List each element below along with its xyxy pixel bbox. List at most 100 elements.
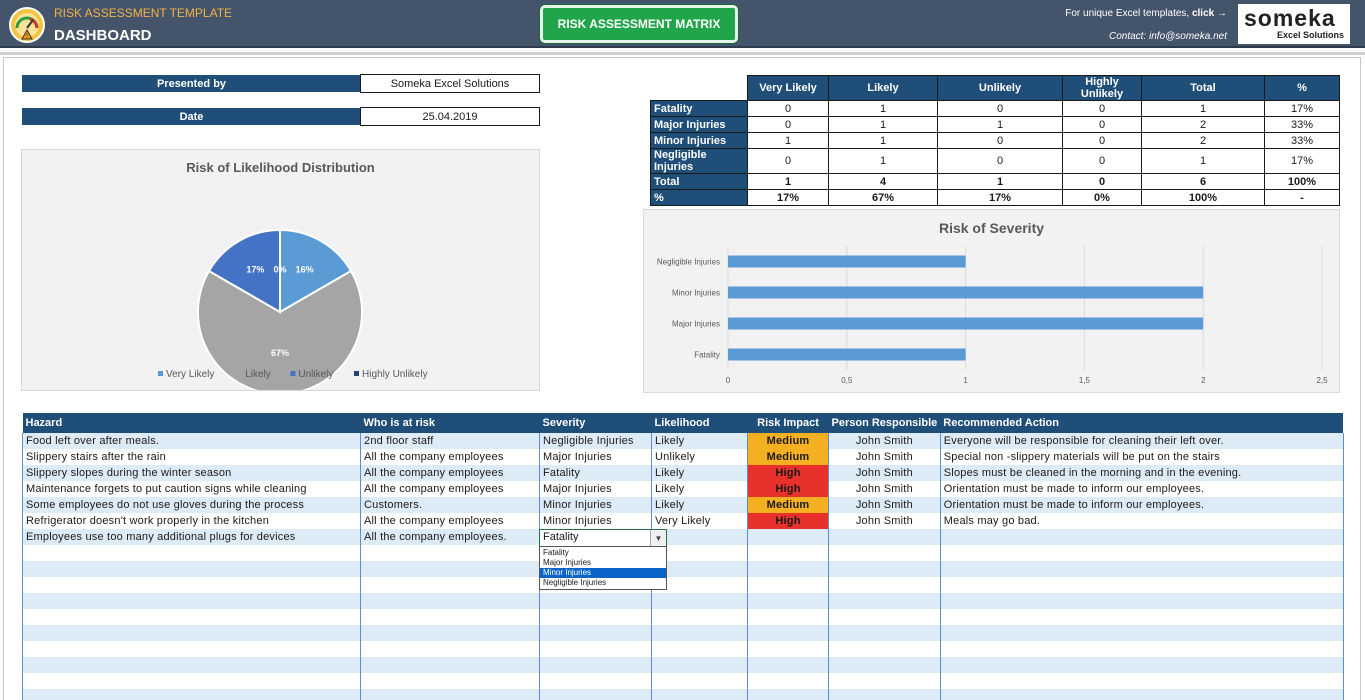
who-cell[interactable] bbox=[360, 561, 540, 577]
summary-cell[interactable]: 1 bbox=[1141, 148, 1265, 174]
severity-cell[interactable]: Major Injuries bbox=[539, 481, 652, 497]
severity-cell[interactable] bbox=[539, 657, 652, 673]
person-cell[interactable] bbox=[828, 689, 941, 700]
person-cell[interactable]: John Smith bbox=[828, 497, 941, 513]
person-cell[interactable]: John Smith bbox=[828, 481, 941, 497]
summary-cell[interactable]: 1 bbox=[1141, 100, 1265, 117]
summary-cell[interactable]: 0 bbox=[937, 148, 1063, 174]
hazard-cell[interactable]: Employees use too many additional plugs … bbox=[22, 529, 361, 545]
summary-cell[interactable]: 0 bbox=[747, 116, 829, 133]
summary-cell[interactable]: 17% bbox=[1264, 148, 1340, 174]
action-cell[interactable] bbox=[939, 641, 1344, 657]
summary-cell[interactable]: 17% bbox=[1264, 100, 1340, 117]
bar-negligible-injuries[interactable] bbox=[728, 255, 966, 268]
severity-cell[interactable]: Minor Injuries bbox=[539, 513, 652, 529]
summary-cell[interactable]: 33% bbox=[1264, 116, 1340, 133]
likelihood-cell[interactable]: Likely bbox=[651, 497, 748, 513]
summary-cell[interactable]: 2 bbox=[1141, 116, 1265, 133]
action-cell[interactable]: Everyone will be responsible for cleanin… bbox=[939, 433, 1344, 449]
summary-cell[interactable]: 1 bbox=[937, 116, 1063, 133]
summary-cell[interactable]: 0 bbox=[747, 148, 829, 174]
bar-fatality[interactable] bbox=[728, 348, 966, 361]
severity-bar-chart[interactable]: Risk of Severity 0 0,5 1 1,5 2 2,5 Negligible … bbox=[643, 209, 1340, 393]
likelihood-cell[interactable] bbox=[651, 593, 748, 609]
bar-minor-injuries[interactable] bbox=[728, 286, 1204, 299]
action-cell[interactable] bbox=[939, 609, 1344, 625]
who-cell[interactable] bbox=[360, 673, 540, 689]
action-cell[interactable] bbox=[939, 545, 1344, 561]
summary-cell[interactable]: 1 bbox=[828, 116, 938, 133]
impact-cell[interactable] bbox=[747, 529, 829, 545]
impact-cell[interactable] bbox=[747, 641, 829, 657]
hazard-cell[interactable]: Refrigerator doesn't work properly in th… bbox=[22, 513, 361, 529]
likelihood-cell[interactable]: Likely bbox=[651, 433, 748, 449]
summary-cell[interactable]: 0 bbox=[747, 100, 829, 117]
summary-cell[interactable]: 2 bbox=[1141, 132, 1265, 149]
impact-cell[interactable]: High bbox=[747, 481, 829, 497]
summary-cell[interactable]: 0 bbox=[1062, 173, 1142, 190]
someka-logo[interactable]: someka Excel Solutions bbox=[1238, 4, 1350, 44]
summary-cell[interactable]: 67% bbox=[828, 189, 938, 206]
person-cell[interactable] bbox=[828, 625, 941, 641]
severity-dropdown[interactable]: Fatality ▼ bbox=[539, 529, 667, 547]
hazard-cell[interactable] bbox=[22, 577, 361, 593]
action-cell[interactable] bbox=[939, 561, 1344, 577]
likelihood-cell[interactable] bbox=[651, 641, 748, 657]
who-cell[interactable] bbox=[360, 689, 540, 700]
impact-cell[interactable] bbox=[747, 657, 829, 673]
impact-cell[interactable]: Medium bbox=[747, 497, 829, 513]
person-cell[interactable]: John Smith bbox=[828, 465, 941, 481]
summary-cell[interactable]: 1 bbox=[828, 132, 938, 149]
hazard-cell[interactable] bbox=[22, 673, 361, 689]
who-cell[interactable] bbox=[360, 577, 540, 593]
person-cell[interactable] bbox=[828, 561, 941, 577]
summary-cell[interactable]: 100% bbox=[1264, 173, 1340, 190]
severity-cell[interactable]: Major Injuries bbox=[539, 449, 652, 465]
impact-cell[interactable]: High bbox=[747, 513, 829, 529]
action-cell[interactable] bbox=[939, 593, 1344, 609]
summary-cell[interactable]: 0 bbox=[937, 132, 1063, 149]
hazard-cell[interactable]: Slippery stairs after the rain bbox=[22, 449, 361, 465]
impact-cell[interactable] bbox=[747, 593, 829, 609]
summary-cell[interactable]: 17% bbox=[937, 189, 1063, 206]
likelihood-cell[interactable] bbox=[651, 657, 748, 673]
summary-cell[interactable]: 1 bbox=[828, 148, 938, 174]
summary-cell[interactable]: 4 bbox=[828, 173, 938, 190]
impact-cell[interactable]: High bbox=[747, 465, 829, 481]
action-cell[interactable]: Meals may go bad. bbox=[939, 513, 1344, 529]
likelihood-cell[interactable]: Unlikely bbox=[651, 449, 748, 465]
likelihood-cell[interactable]: Likely bbox=[651, 465, 748, 481]
likelihood-pie-chart[interactable]: Risk of Likelihood Distribution 16% 67% 17… bbox=[21, 149, 540, 391]
who-cell[interactable]: 2nd floor staff bbox=[360, 433, 540, 449]
hazard-cell[interactable]: Maintenance forgets to put caution signs… bbox=[22, 481, 361, 497]
bar-major-injuries[interactable] bbox=[728, 317, 1204, 330]
likelihood-cell[interactable] bbox=[651, 673, 748, 689]
severity-cell[interactable]: Negligible Injuries bbox=[539, 433, 652, 449]
promo-click-link[interactable]: click → bbox=[1192, 8, 1227, 19]
hazard-cell[interactable]: Food left over after meals. bbox=[22, 433, 361, 449]
chevron-down-icon[interactable]: ▼ bbox=[650, 530, 666, 546]
summary-cell[interactable]: 1 bbox=[747, 173, 829, 190]
summary-cell[interactable]: 0% bbox=[1062, 189, 1142, 206]
person-cell[interactable] bbox=[828, 545, 941, 561]
summary-cell[interactable]: - bbox=[1264, 189, 1340, 206]
action-cell[interactable]: Special non -slippery materials will be … bbox=[939, 449, 1344, 465]
hazard-cell[interactable]: Some employees do not use gloves during … bbox=[22, 497, 361, 513]
who-cell[interactable]: All the company employees. bbox=[360, 529, 540, 545]
person-cell[interactable] bbox=[828, 657, 941, 673]
action-cell[interactable] bbox=[939, 529, 1344, 545]
likelihood-cell[interactable] bbox=[651, 625, 748, 641]
action-cell[interactable] bbox=[939, 673, 1344, 689]
hazard-cell[interactable]: Slippery slopes during the winter season bbox=[22, 465, 361, 481]
who-cell[interactable] bbox=[360, 657, 540, 673]
who-cell[interactable]: All the company employees bbox=[360, 465, 540, 481]
severity-cell[interactable] bbox=[539, 625, 652, 641]
summary-cell[interactable]: 0 bbox=[1062, 116, 1142, 133]
who-cell[interactable] bbox=[360, 625, 540, 641]
summary-cell[interactable]: 33% bbox=[1264, 132, 1340, 149]
date-field[interactable]: 25.04.2019 bbox=[360, 107, 540, 126]
likelihood-cell[interactable] bbox=[651, 609, 748, 625]
severity-cell[interactable]: Fatality bbox=[539, 465, 652, 481]
action-cell[interactable] bbox=[939, 689, 1344, 700]
impact-cell[interactable]: Medium bbox=[747, 449, 829, 465]
